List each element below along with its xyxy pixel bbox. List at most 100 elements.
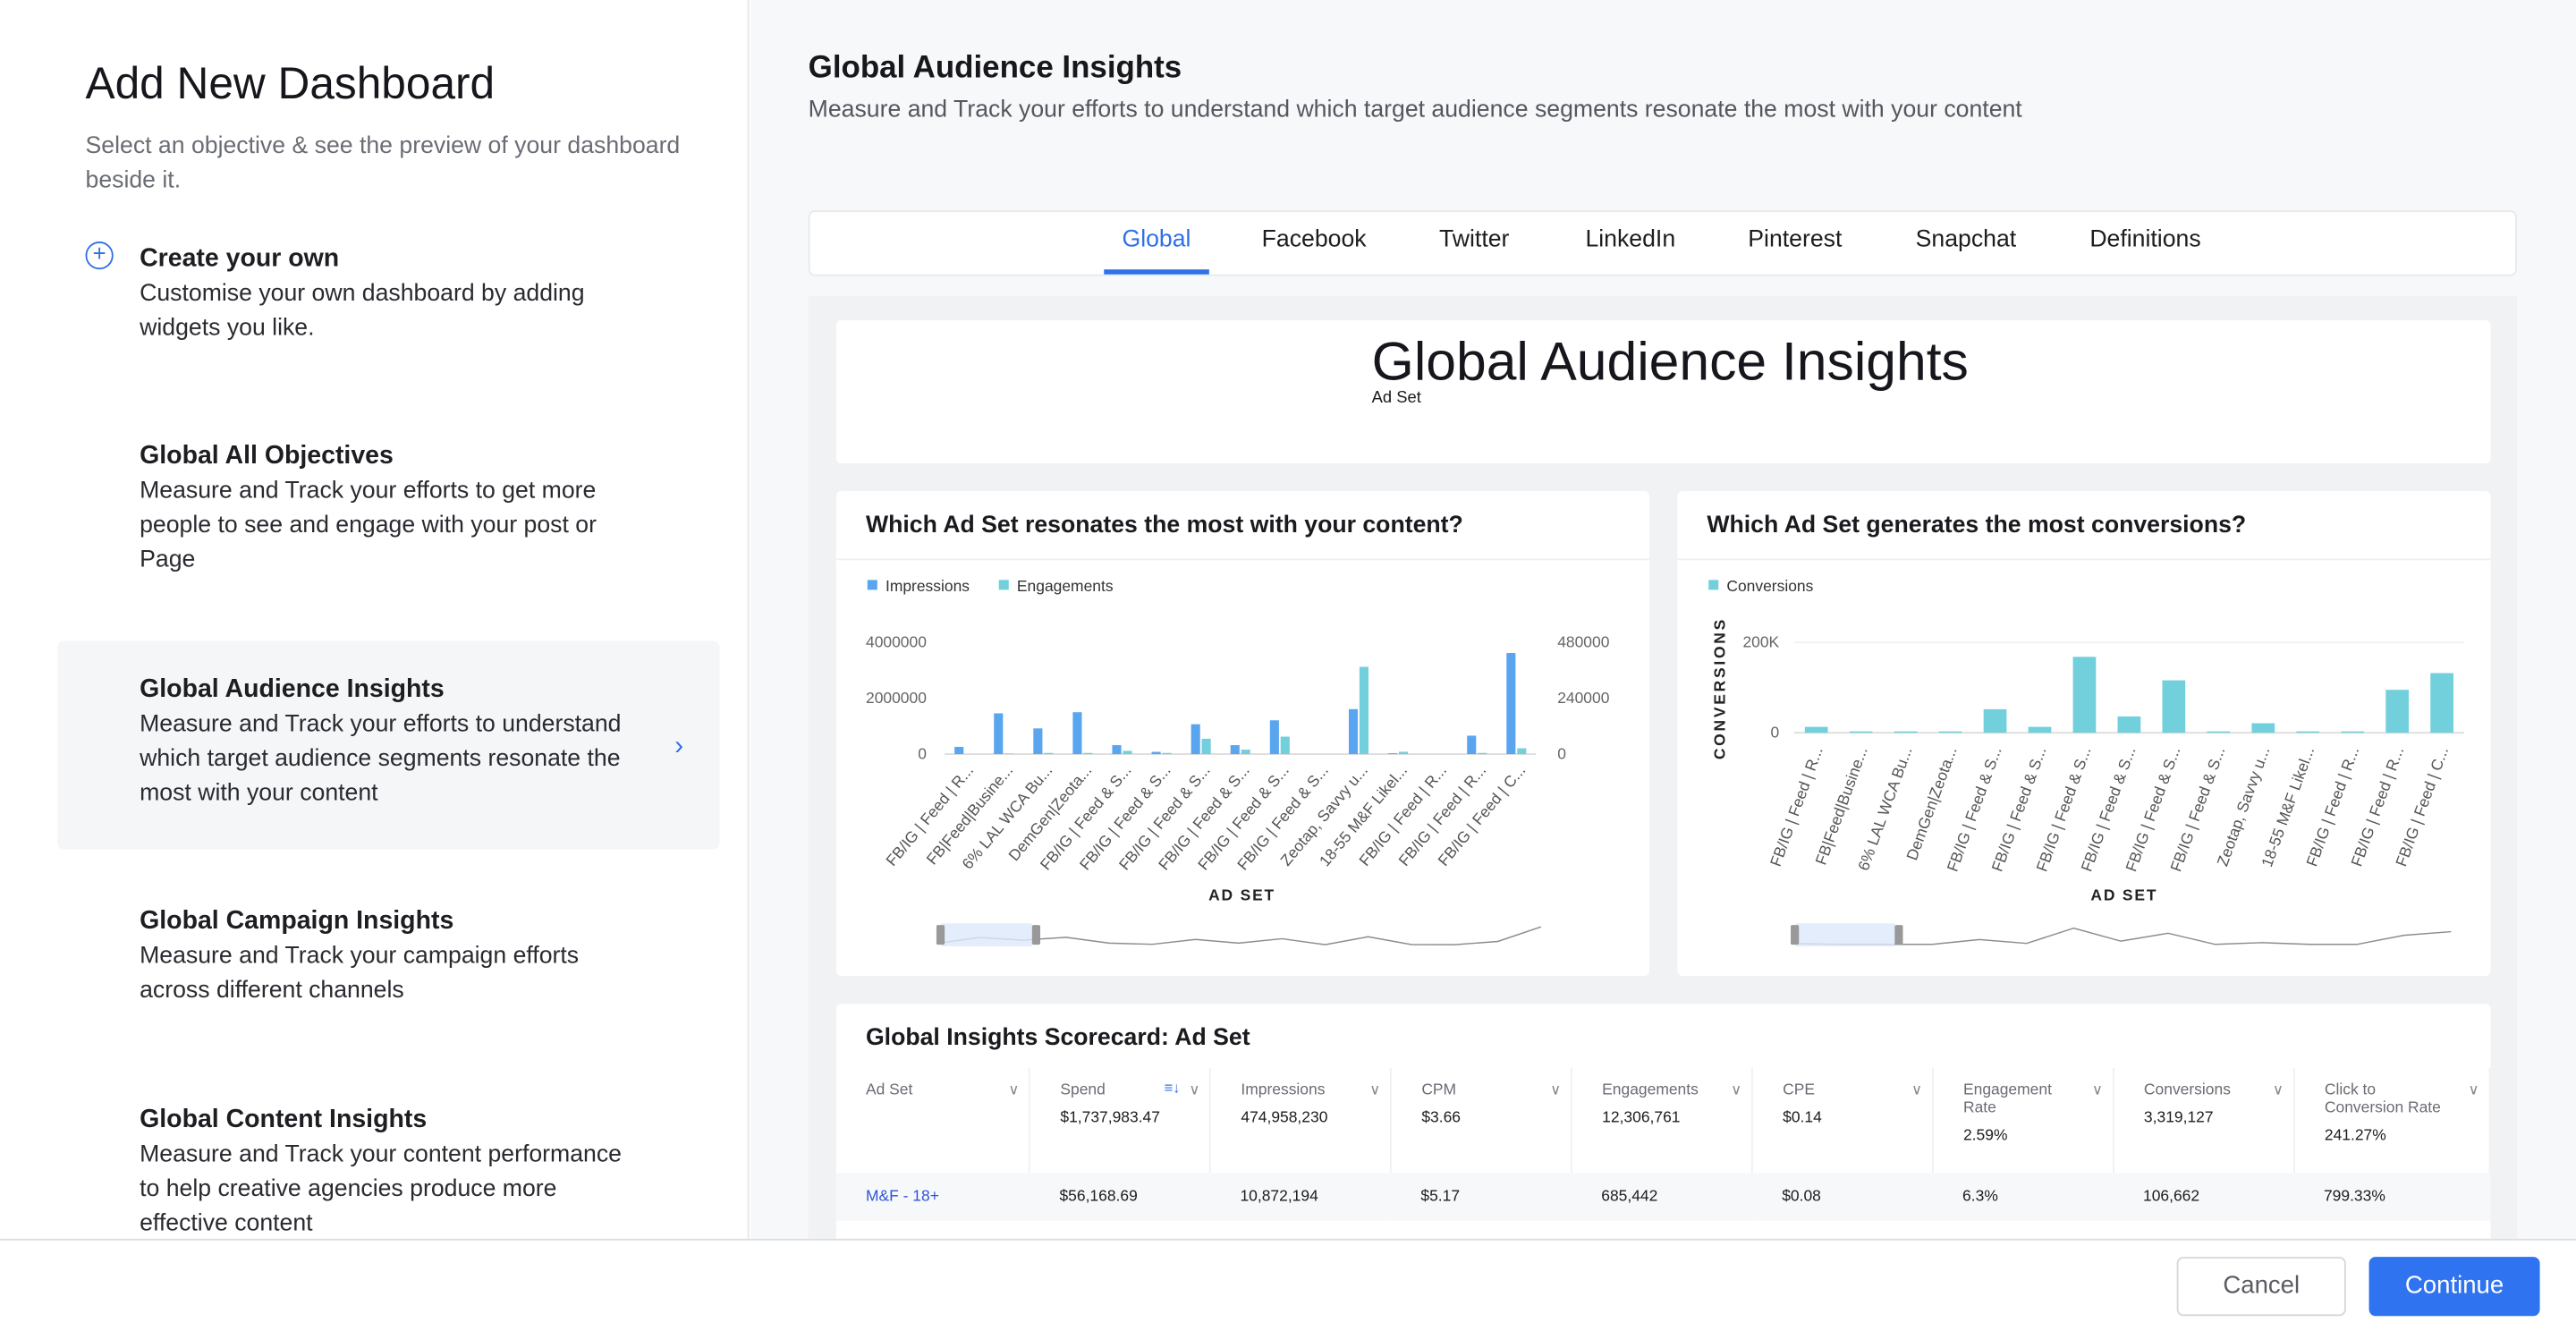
bar-conversions [2117,716,2141,733]
chevron-right-icon: › [674,733,684,761]
bar-conversions [1849,731,1873,733]
objective-title: Create your own [140,244,340,273]
legend-conversions: Conversions [1726,577,1813,595]
bar-engagements [1004,753,1014,755]
objective-desc: Measure and Track your campaign efforts … [140,943,580,1005]
preview-dashboard-title: Global Audience Insights [1371,330,1969,392]
column-header[interactable]: Ad Set ∨ [835,1067,1031,1174]
column-header[interactable]: Impressions 474,958,230 ∨ [1210,1067,1393,1174]
objective-global-content-insights[interactable]: Global Content Insights Measure and Trac… [57,1102,719,1242]
bar-engagements [1162,752,1172,755]
bar-conversions [2251,723,2275,733]
column-total: 12,306,761 [1602,1108,1681,1127]
column-header[interactable]: CPE $0.14 ∨ [1752,1067,1934,1174]
bar-engagements [1359,666,1368,755]
bar-conversions [2341,731,2365,733]
objective-global-audience-insights[interactable]: Global Audience Insights Measure and Tra… [57,640,720,850]
preview-heading: Global Audience Insights [808,50,1182,86]
navigator-handle-right[interactable] [1894,925,1903,945]
column-label: Click to Conversion Rate [2324,1081,2441,1117]
bar-impressions [954,746,964,755]
bar-impressions [1467,735,1477,755]
bar-conversions [2296,731,2320,733]
tab-linkedin[interactable]: LinkedIn [1585,226,1675,269]
chevron-down-icon[interactable]: ∨ [1369,1081,1380,1099]
table-cell[interactable]: M&F - 18+ [835,1173,1030,1221]
objective-global-all-objectives[interactable]: Global All Objectives Measure and Track … [57,438,719,578]
tab-snapchat[interactable]: Snapchat [1916,226,2017,269]
bar-conversions [1983,708,2007,733]
bar-engagements [1044,752,1054,755]
bar-impressions [1230,745,1240,755]
scorecard-title: Global Insights Scorecard: Ad Set [865,1025,1250,1052]
bar-impressions [1388,753,1398,755]
navigator-handle-right[interactable] [1031,925,1041,945]
page-subtitle: Select an objective & see the preview of… [85,132,681,194]
column-header[interactable]: Engagements 12,306,761 ∨ [1572,1067,1754,1174]
y-tick-left: 2000000 [866,689,927,707]
objective-global-campaign-insights[interactable]: Global Campaign Insights Measure and Tra… [57,903,719,1009]
chevron-down-icon[interactable]: ∨ [1731,1081,1741,1099]
objective-panel: Add New Dashboard Select an objective & … [0,0,750,1239]
table-cell: $0.08 [1752,1173,1933,1221]
chevron-down-icon[interactable]: ∨ [1008,1081,1019,1099]
bar-conversions [1894,731,1918,733]
bar-impressions [1112,745,1122,755]
column-label: CPE [1783,1081,1816,1099]
table-cell: $5.17 [1391,1173,1572,1221]
column-total: $1,737,983.47 [1060,1108,1160,1127]
legend-swatch-engagements [998,580,1009,590]
chevron-down-icon[interactable]: ∨ [1550,1081,1561,1099]
column-label: Conversions [2143,1081,2231,1099]
bar-conversions [2207,731,2231,733]
column-total: $3.66 [1421,1108,1461,1127]
continue-button[interactable]: Continue [2368,1257,2540,1317]
navigator-handle-left[interactable] [1791,925,1800,945]
tab-twitter[interactable]: Twitter [1439,226,1509,269]
tab-pinterest[interactable]: Pinterest [1748,226,1842,269]
y-tick-left: 0 [918,745,927,763]
column-label: CPM [1421,1081,1457,1099]
objective-title: Global Content Insights [140,1106,428,1134]
sort-icon[interactable]: ≡↓ [1164,1080,1180,1096]
tab-facebook[interactable]: Facebook [1262,226,1367,269]
legend-swatch-impressions [867,580,877,590]
navigator-handle-left[interactable] [936,925,945,945]
dashboard-preview-panel: Global Audience Insights Measure and Tra… [750,0,2576,1239]
y-tick-right: 240000 [1557,689,1609,707]
column-total: 3,319,127 [2143,1108,2214,1127]
tab-global[interactable]: Global [1104,226,1209,275]
bar-engagements [1280,736,1290,755]
tab-definitions[interactable]: Definitions [2089,226,2200,269]
chevron-down-icon[interactable]: ∨ [2092,1081,2103,1099]
column-total: $0.14 [1783,1108,1822,1127]
bar-engagements [1398,751,1409,755]
cancel-button[interactable]: Cancel [2176,1257,2346,1317]
column-header[interactable]: CPM $3.66 ∨ [1391,1067,1573,1174]
bar-impressions [1506,653,1516,755]
chevron-down-icon[interactable]: ∨ [1911,1081,1922,1099]
column-header[interactable]: Spend $1,737,983.47 ∨ ≡↓ [1030,1067,1212,1174]
bar-engagements [1241,750,1250,755]
chevron-down-icon[interactable]: ∨ [1189,1081,1199,1099]
bar-conversions [2162,680,2186,733]
column-header[interactable]: Conversions 3,319,127 ∨ [2113,1067,2295,1174]
column-header[interactable]: Engagement Rate 2.59% ∨ [1932,1067,2114,1174]
navigator-window [941,923,1032,946]
chevron-down-icon[interactable]: ∨ [2469,1081,2479,1099]
objective-desc: Customise your own dashboard by adding w… [140,281,585,343]
column-total: 2.59% [1962,1126,2008,1146]
bar-conversions [2072,657,2097,733]
chevron-down-icon[interactable]: ∨ [2273,1081,2284,1099]
column-label: Spend [1060,1081,1106,1099]
chart-card-conversions: Which Ad Set generates the most conversi… [1677,491,2491,977]
bar-engagements [1478,752,1487,755]
objective-create-your-own[interactable]: + Create your own Customise your own das… [57,241,719,347]
y-tick: 0 [1770,724,1779,742]
y-tick-right: 0 [1557,745,1566,763]
x-axis-label: AD SET [2090,886,2157,904]
column-label: Engagement Rate [1962,1081,2052,1117]
bar-impressions [1191,724,1200,755]
objective-desc: Measure and Track your content performan… [140,1141,622,1238]
column-header[interactable]: Click to Conversion Rate 241.27% ∨ [2293,1067,2491,1174]
